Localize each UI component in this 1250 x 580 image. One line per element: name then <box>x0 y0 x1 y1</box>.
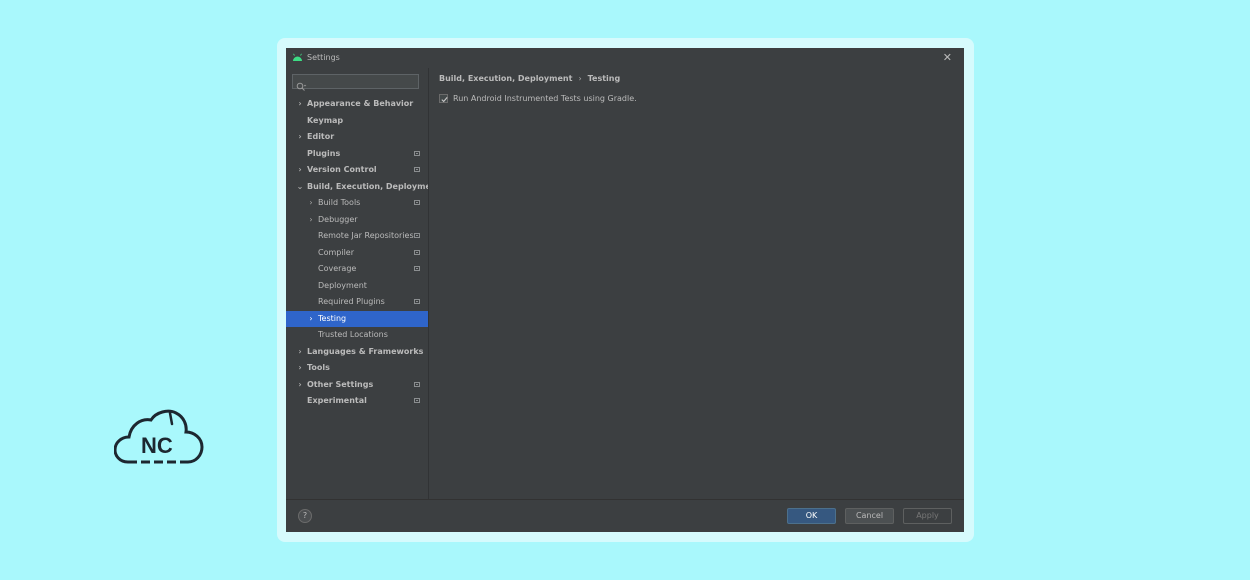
tree-item-label: Version Control <box>307 165 377 174</box>
chevron-right-icon[interactable]: › <box>296 129 304 146</box>
project-settings-icon <box>414 233 420 238</box>
project-settings-icon <box>414 150 420 156</box>
tree-item-plugins[interactable]: Plugins <box>286 146 428 163</box>
cloud-logo-icon: NC <box>113 408 204 466</box>
cancel-button[interactable]: Cancel <box>845 508 894 524</box>
tree-item-label: Editor <box>307 132 335 141</box>
tree-item-experimental[interactable]: Experimental <box>286 393 428 410</box>
tree-item-label: Keymap <box>307 115 344 125</box>
tree-item-label: Languages & Frameworks <box>307 346 424 356</box>
run-instrumented-tests-label[interactable]: Run Android Instrumented Tests using Gra… <box>453 94 637 103</box>
tree-item-compiler[interactable]: Compiler <box>286 245 428 262</box>
tree-item-label: Build Tools <box>318 198 361 207</box>
tree-item-version-control[interactable]: › Version Control <box>286 162 428 179</box>
project-settings-icon <box>414 266 420 271</box>
project-settings-icon <box>414 249 420 255</box>
project-settings-icon <box>414 398 420 403</box>
tree-item-label: Testing <box>318 313 347 323</box>
tree-item-required-plugins[interactable]: Required Plugins <box>286 294 428 311</box>
run-instrumented-tests-checkbox[interactable] <box>439 94 448 103</box>
settings-dialog: Settings ✕ › Appearance & Behavior Keyma… <box>286 48 964 532</box>
tree-item-label: Build, Execution, Deployment <box>307 181 441 191</box>
tree-item-deployment[interactable]: Deployment <box>286 278 428 295</box>
chevron-right-icon[interactable]: › <box>296 377 304 394</box>
tree-item-keymap[interactable]: Keymap <box>286 113 428 130</box>
search-icon <box>296 77 307 91</box>
chevron-down-icon[interactable]: ⌄ <box>296 179 304 196</box>
chevron-right-icon[interactable]: › <box>296 360 304 377</box>
breadcrumb: Build, Execution, Deployment › Testing <box>439 74 620 83</box>
project-settings-icon <box>414 381 420 387</box>
search-input[interactable] <box>292 74 419 91</box>
tree-item-editor[interactable]: › Editor <box>286 129 428 146</box>
tree-item-label: Compiler <box>318 247 355 257</box>
tree-item-label: Coverage <box>318 264 357 273</box>
tree-item-label: Tools <box>307 363 330 372</box>
breadcrumb-separator: › <box>578 74 582 83</box>
tree-item-build-tools[interactable]: › Build Tools <box>286 195 428 212</box>
tree-item-trusted-locations[interactable]: Trusted Locations <box>286 327 428 344</box>
settings-tree: › Appearance & Behavior Keymap › Editor … <box>286 96 441 410</box>
chevron-right-icon[interactable]: › <box>296 162 304 179</box>
chevron-right-icon[interactable]: › <box>307 311 315 328</box>
tree-item-label: Plugins <box>307 148 341 158</box>
tree-item-label: Other Settings <box>307 379 374 389</box>
tree-item-languages-frameworks[interactable]: › Languages & Frameworks <box>286 344 428 361</box>
tree-item-other-settings[interactable]: › Other Settings <box>286 377 428 394</box>
help-button[interactable]: ? <box>298 509 312 523</box>
tree-item-appearance-behavior[interactable]: › Appearance & Behavior <box>286 96 428 113</box>
chevron-right-icon[interactable]: › <box>307 212 315 229</box>
tree-item-remote-jar-repositories[interactable]: Remote Jar Repositories <box>286 228 428 245</box>
window-title: Settings <box>307 53 340 62</box>
tree-item-label: Trusted Locations <box>318 330 388 339</box>
project-settings-icon <box>414 200 420 205</box>
tree-item-label: Debugger <box>318 214 358 224</box>
tree-item-coverage[interactable]: Coverage <box>286 261 428 278</box>
project-settings-icon <box>414 299 420 304</box>
tree-item-testing[interactable]: › Testing <box>286 310 428 328</box>
chevron-right-icon[interactable]: › <box>296 96 304 113</box>
tree-item-label: Deployment <box>318 280 367 290</box>
tree-item-build-execution-deployment[interactable]: ⌄ Build, Execution, Deployment <box>286 179 441 196</box>
brand-logo-text: NC <box>141 433 173 458</box>
tree-item-label: Experimental <box>307 396 367 405</box>
ok-button[interactable]: OK <box>787 508 836 524</box>
apply-button[interactable]: Apply <box>903 508 952 524</box>
settings-content: Build, Execution, Deployment › Testing Run… <box>429 68 964 499</box>
android-logo-icon <box>292 53 303 62</box>
breadcrumb-current: Testing <box>587 74 621 83</box>
tree-item-label: Required Plugins <box>318 297 385 306</box>
tree-item-tools[interactable]: › Tools <box>286 360 428 377</box>
chevron-right-icon[interactable]: › <box>296 344 304 361</box>
breadcrumb-parent[interactable]: Build, Execution, Deployment <box>439 74 572 83</box>
checkmark-icon <box>441 97 448 103</box>
close-icon[interactable]: ✕ <box>943 51 952 64</box>
title-bar: Settings ✕ <box>286 48 964 68</box>
dialog-footer: ? OK Cancel Apply <box>286 499 964 532</box>
settings-sidebar: › Appearance & Behavior Keymap › Editor … <box>286 68 441 499</box>
tree-item-debugger[interactable]: › Debugger <box>286 212 428 229</box>
tree-item-label: Appearance & Behavior <box>307 99 414 108</box>
chevron-right-icon[interactable]: › <box>307 195 315 212</box>
project-settings-icon <box>414 167 420 172</box>
tree-item-label: Remote Jar Repositories <box>318 231 414 240</box>
